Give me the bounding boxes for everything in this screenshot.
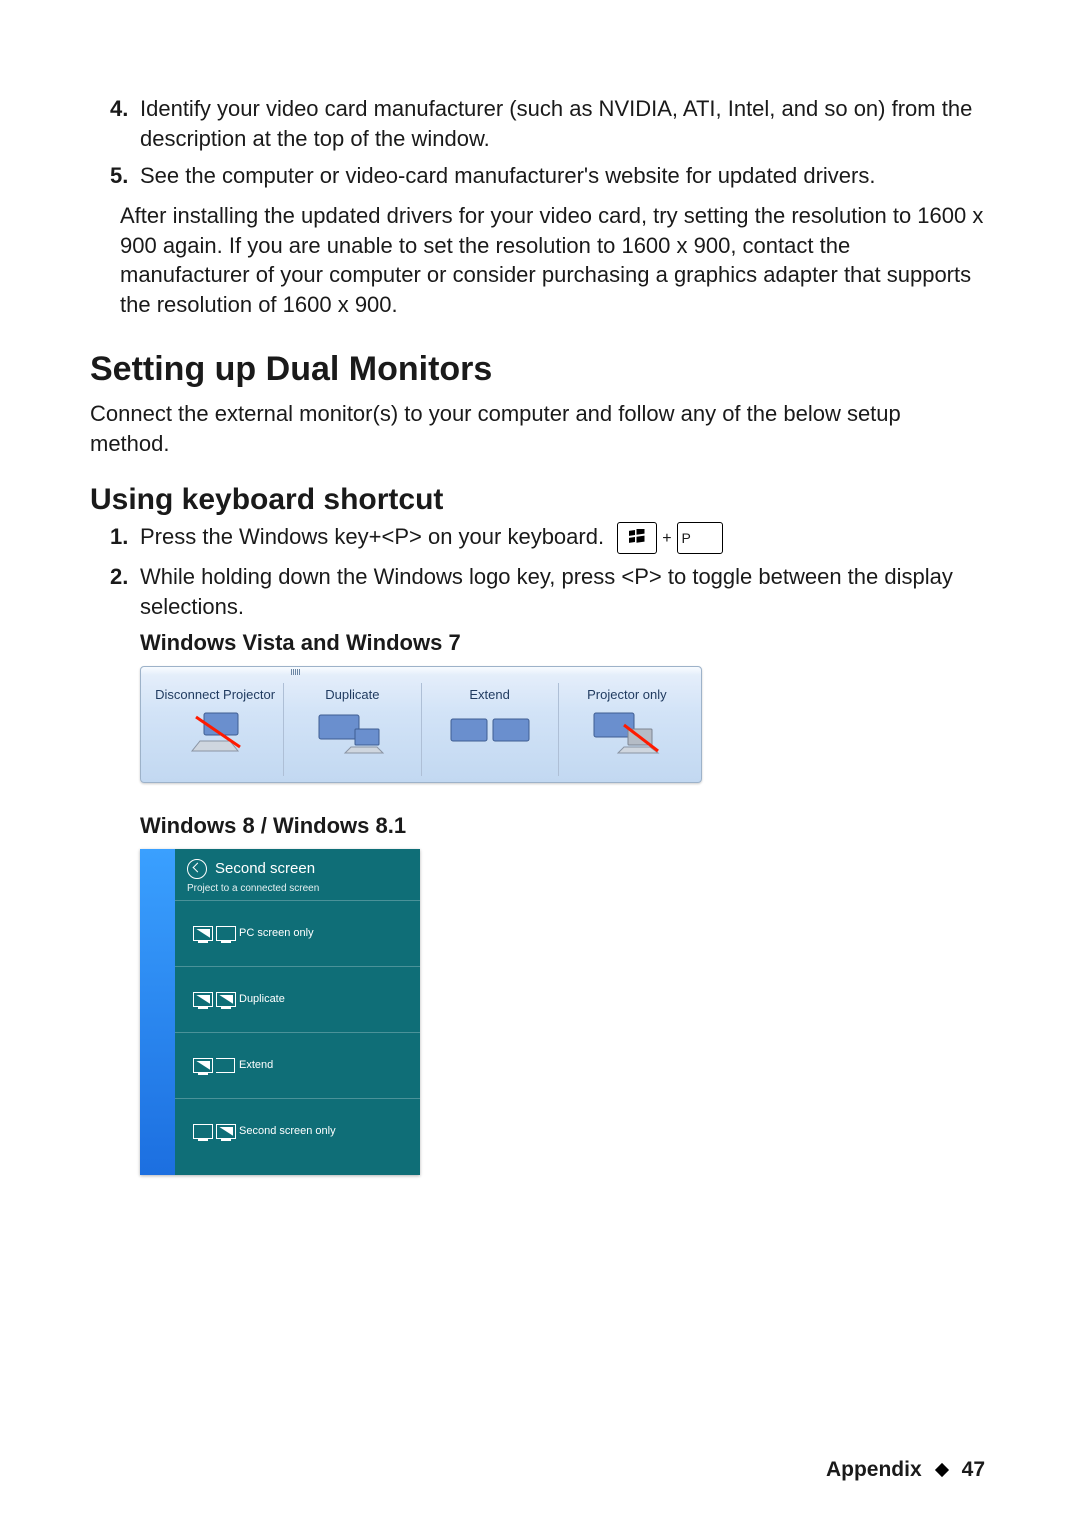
option-extend: Extend bbox=[175, 1033, 420, 1099]
list-item: 2. While holding down the Windows logo k… bbox=[110, 562, 985, 621]
laptop-only-icon bbox=[170, 708, 260, 758]
list-marker: 4. bbox=[110, 94, 140, 153]
list-text: Press the Windows key+<P> on your keyboa… bbox=[140, 522, 985, 554]
projector-only-icon bbox=[582, 708, 672, 758]
key-combo-illustration: + P bbox=[614, 522, 725, 554]
list-text: See the computer or video-card manufactu… bbox=[140, 161, 985, 191]
windows7-display-switcher: Disconnect Projector Duplicate bbox=[140, 666, 702, 783]
charm-accent-strip bbox=[140, 849, 175, 1175]
charm-title: Second screen bbox=[187, 859, 408, 879]
page-footer: Appendix 47 bbox=[826, 1458, 985, 1482]
document-page: 4. Identify your video card manufacturer… bbox=[0, 0, 1080, 1532]
second-screen-only-icon bbox=[193, 1124, 239, 1139]
option-disconnect-projector: Disconnect Projector bbox=[147, 683, 284, 776]
p-key-icon: P bbox=[677, 522, 723, 554]
duplicate-icon bbox=[307, 708, 397, 758]
option-extend: Extend bbox=[422, 683, 559, 776]
windows8-second-screen-charm: Second screen Project to a connected scr… bbox=[140, 849, 420, 1175]
heading-setting-up-dual-monitors: Setting up Dual Monitors bbox=[90, 350, 985, 389]
body-paragraph: Connect the external monitor(s) to your … bbox=[90, 399, 985, 458]
windows-key-icon bbox=[617, 522, 657, 554]
extend-icon bbox=[193, 1058, 239, 1073]
option-second-screen-only: Second screen only bbox=[175, 1099, 420, 1164]
option-pc-screen-only: PC screen only bbox=[175, 901, 420, 967]
option-duplicate: Duplicate bbox=[284, 683, 421, 776]
list-marker: 2. bbox=[110, 562, 140, 621]
footer-section-label: Appendix bbox=[826, 1458, 922, 1482]
extend-icon bbox=[445, 708, 535, 758]
diamond-icon bbox=[935, 1463, 949, 1477]
body-paragraph: After installing the updated drivers for… bbox=[120, 201, 985, 320]
list-text: While holding down the Windows logo key,… bbox=[140, 562, 985, 621]
list-text: Identify your video card manufacturer (s… bbox=[140, 94, 985, 153]
back-arrow-icon bbox=[187, 859, 207, 879]
subheading-windows-vista-7: Windows Vista and Windows 7 bbox=[140, 630, 985, 656]
list-item: 1. Press the Windows key+<P> on your key… bbox=[110, 522, 985, 554]
list-item: 4. Identify your video card manufacturer… bbox=[110, 94, 985, 153]
option-duplicate: Duplicate bbox=[175, 967, 420, 1033]
list-marker: 5. bbox=[110, 161, 140, 191]
list-item: 5. See the computer or video-card manufa… bbox=[110, 161, 985, 191]
footer-page-number: 47 bbox=[962, 1458, 985, 1482]
plus-icon: + bbox=[662, 528, 671, 550]
pc-screen-only-icon bbox=[193, 926, 239, 941]
grip-icon bbox=[291, 669, 301, 675]
subheading-windows-8: Windows 8 / Windows 8.1 bbox=[140, 813, 985, 839]
duplicate-icon bbox=[193, 992, 239, 1007]
heading-using-keyboard-shortcut: Using keyboard shortcut bbox=[90, 483, 985, 517]
list-marker: 1. bbox=[110, 522, 140, 554]
charm-subtitle: Project to a connected screen bbox=[187, 883, 408, 894]
option-projector-only: Projector only bbox=[559, 683, 695, 776]
